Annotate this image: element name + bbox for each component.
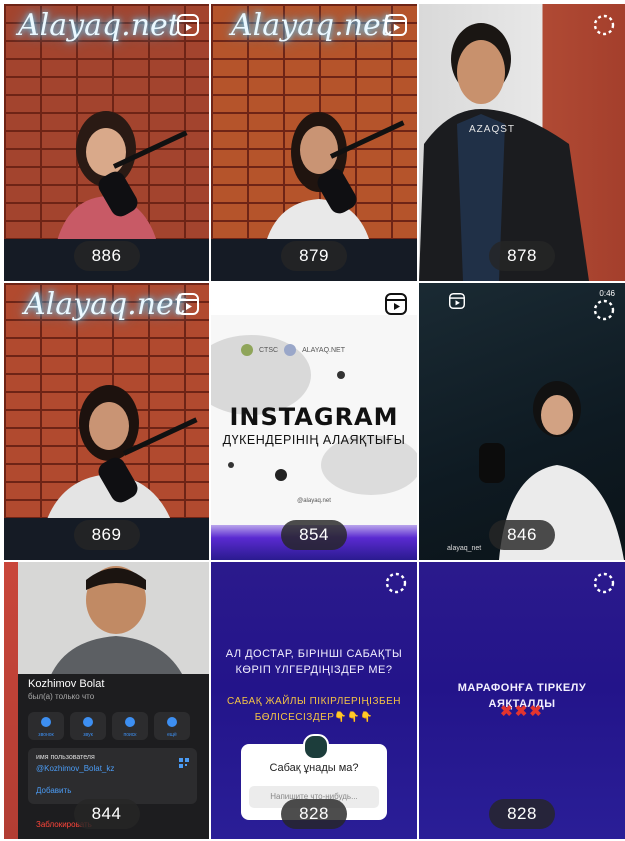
reels-icon — [177, 14, 199, 36]
view-count: 878 — [489, 241, 555, 271]
loading-icon — [593, 572, 615, 594]
story-line: БӨЛІСЕСІЗДЕР👇👇👇 — [254, 712, 374, 723]
reel-tile[interactable]: CTSC ALAYAQ.NET INSTAGRAM ДҮКЕНДЕРІНІҢ А… — [211, 283, 417, 560]
profile-name: Kozhimov Bolat — [28, 678, 105, 690]
more-icon — [167, 717, 177, 727]
bell-icon — [83, 717, 93, 727]
story-line: САБАҚ ЖАЙЛЫ ПІКІРЛЕРІҢІЗБЕН — [227, 696, 401, 707]
profile-photo — [18, 562, 209, 682]
add-contact-link[interactable]: Добавить — [36, 786, 71, 795]
partner-logos: CTSC ALAYAQ.NET — [241, 343, 397, 357]
reels-icon — [385, 293, 407, 315]
reel-tile[interactable]: 0:46 alayaq_net 846 — [419, 283, 625, 560]
more-button[interactable]: ещё — [154, 712, 190, 740]
video-timer: 0:46 — [599, 289, 615, 298]
view-count: 879 — [281, 241, 347, 271]
reels-icon — [449, 293, 465, 309]
reel-tile[interactable]: Alayaq.net 886 — [4, 4, 209, 281]
story-question: АЛ ДОСТАР, БІРІНШІ САБАҚТЫ КӨРІП ҮЛГЕРДІ… — [221, 646, 407, 678]
logo-text: CTSC — [259, 346, 279, 354]
logo-text: ALAYAQ.NET — [302, 346, 345, 354]
reel-tile[interactable]: Kozhimov Bolat был(а) только что звонок … — [4, 562, 209, 839]
cross-marks: ✖✖✖ — [500, 703, 544, 720]
reel-tile[interactable]: AZAQST 878 — [419, 4, 625, 281]
reel-tile[interactable]: АЛ ДОСТАР, БІРІНШІ САБАҚТЫ КӨРІП ҮЛГЕРДІ… — [211, 562, 417, 839]
button-label: звонок — [38, 732, 54, 738]
search-button[interactable]: поиск — [112, 712, 148, 740]
profile-actions: звонок звук поиск ещё — [28, 712, 190, 740]
button-label: звук — [83, 732, 93, 738]
reels-grid: Alayaq.net 886 Alayaq.net 879 AZAQST 878… — [4, 4, 625, 839]
emblem-icon — [241, 344, 253, 356]
shirt-text: AZAQST — [469, 124, 516, 135]
view-count: 844 — [73, 799, 140, 829]
reel-tile[interactable]: Alayaq.net 879 — [211, 4, 417, 281]
view-count: 886 — [73, 241, 140, 271]
watermark-text: alayaq_net — [447, 545, 482, 552]
avatar — [303, 734, 329, 760]
view-count: 846 — [489, 520, 555, 550]
username-value[interactable]: @Kozhimov_Bolat_kz — [36, 764, 114, 773]
qr-icon — [179, 758, 189, 768]
call-button[interactable]: звонок — [28, 712, 64, 740]
view-count: 828 — [281, 799, 347, 829]
neon-sign: Alayaq.net — [231, 8, 393, 43]
username-label: имя пользователя — [36, 754, 95, 761]
poster-subtitle: ДҮКЕНДЕРІНІҢ АЛАЯҚТЫҒЫ — [222, 433, 406, 447]
emblem-icon — [284, 344, 297, 356]
poll-question: Сабақ ұнады ма? — [269, 762, 359, 774]
profile-info-card: имя пользователя @Kozhimov_Bolat_kz Доба… — [28, 748, 197, 804]
profile-status: был(а) только что — [28, 692, 95, 701]
story-cta: САБАҚ ЖАЙЛЫ ПІКІРЛЕРІҢІЗБЕН БӨЛІСЕСІЗДЕР… — [221, 694, 407, 726]
reel-tile[interactable]: МАРАФОНҒА ТІРКЕЛУ АЯҚТАЛДЫ ✖✖✖ 828 — [419, 562, 625, 839]
sound-button[interactable]: звук — [70, 712, 106, 740]
story-line: КӨРІП ҮЛГЕРДІҢІЗДЕР МЕ? — [235, 664, 393, 676]
search-icon — [125, 717, 135, 727]
button-label: поиск — [123, 732, 137, 738]
view-count: 854 — [281, 520, 347, 550]
view-count: 828 — [489, 799, 555, 829]
reels-icon — [177, 293, 199, 315]
story-line: АЛ ДОСТАР, БІРІНШІ САБАҚТЫ — [225, 648, 403, 660]
reels-icon — [385, 14, 407, 36]
loading-icon — [385, 572, 407, 594]
insta-card: CTSC ALAYAQ.NET INSTAGRAM ДҮКЕНДЕРІНІҢ А… — [211, 315, 417, 525]
reel-tile[interactable]: Alayaq.net 869 — [4, 283, 209, 560]
loading-icon — [593, 299, 615, 321]
button-label: ещё — [167, 732, 177, 738]
poster-title: INSTAGRAM — [229, 403, 399, 431]
phone-icon — [41, 717, 51, 727]
neon-sign: Alayaq.net — [18, 8, 180, 43]
poster-handle: @alayaq.net — [297, 498, 331, 504]
view-count: 869 — [73, 520, 140, 550]
neon-sign: Alayaq.net — [24, 287, 186, 322]
